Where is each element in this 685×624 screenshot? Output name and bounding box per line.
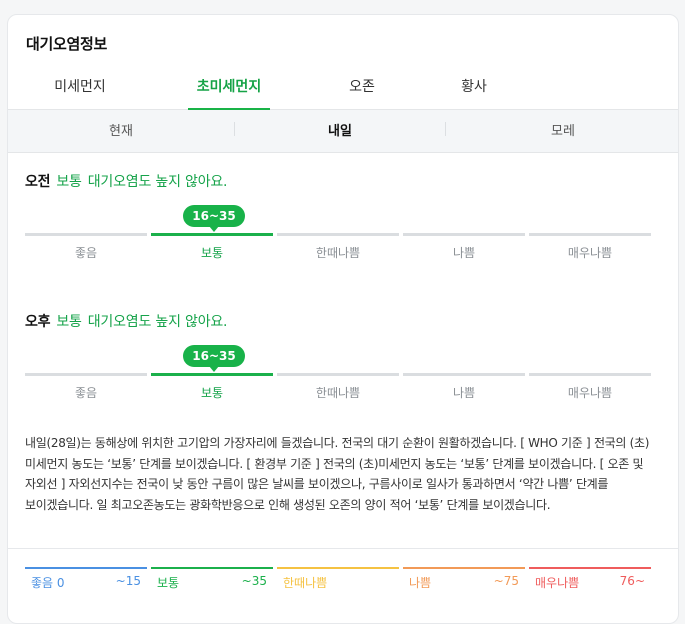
- level-bad: 나쁨: [403, 373, 525, 401]
- legend-bad-name: 나쁨: [409, 576, 432, 590]
- legend-good: 좋음 0 ~15: [25, 567, 147, 591]
- level-bad: 나쁨: [403, 233, 525, 261]
- legend-temporarily-bad-name: 한때나쁨: [283, 576, 328, 590]
- day-tomorrow[interactable]: 내일: [235, 110, 445, 153]
- level-very-bad: 매우나쁨: [529, 373, 651, 401]
- tab-pm10[interactable]: 미세먼지: [38, 67, 122, 110]
- tab-ozone[interactable]: 오존: [334, 67, 390, 110]
- afternoon-message: 대기오염도 높지 않아요.: [87, 314, 228, 330]
- tab-pm25[interactable]: 초미세먼지: [188, 67, 270, 110]
- day-selector: 현재 내일 모레: [8, 110, 678, 153]
- pollutant-tabs: 미세먼지 초미세먼지 오존 황사: [8, 67, 678, 110]
- level-normal: 보통: [151, 373, 273, 401]
- morning-message: 대기오염도 높지 않아요.: [87, 174, 228, 190]
- morning-value-badge: 16~35: [183, 205, 245, 232]
- afternoon-forecast: 오후 보통 대기오염도 높지 않아요. 16~35 좋음 보통 한때나쁨 나쁨 매우…: [25, 311, 651, 405]
- legend-very-bad-range: 76~: [619, 574, 645, 588]
- afternoon-headline: 오후 보통 대기오염도 높지 않아요.: [25, 311, 650, 331]
- grade-legend: 좋음 0 ~15 보통 ~35 한때나쁨 나쁨 ~75 매우나쁨 76~: [25, 567, 655, 591]
- afternoon-value-badge: 16~35: [183, 345, 245, 372]
- legend-normal-range: ~35: [241, 574, 267, 588]
- legend-temporarily-bad: 한때나쁨: [277, 567, 399, 591]
- afternoon-level-scale: 16~35 좋음 보통 한때나쁨 나쁨 매우나쁨: [25, 345, 651, 405]
- level-normal: 보통: [151, 233, 273, 261]
- morning-forecast: 오전 보통 대기오염도 높지 않아요. 16~35 좋음 보통 한때나쁨 나쁨 매우…: [25, 171, 651, 265]
- level-good: 좋음: [25, 373, 147, 401]
- legend-good-range: ~15: [115, 574, 141, 588]
- legend-bad-range: ~75: [493, 574, 519, 588]
- level-good: 좋음: [25, 233, 147, 261]
- day-today[interactable]: 현재: [8, 110, 234, 153]
- level-very-bad: 매우나쁨: [529, 233, 651, 261]
- level-temporarily-bad: 한때나쁨: [277, 233, 399, 261]
- legend-bad: 나쁨 ~75: [403, 567, 525, 591]
- forecast-description: 내일(28일)는 동해상에 위치한 고기압의 가장자리에 들겠습니다. 전국의 …: [25, 436, 650, 512]
- legend-good-name: 좋음 0: [31, 576, 65, 590]
- tab-yellow-dust[interactable]: 황사: [446, 67, 502, 110]
- legend-very-bad: 매우나쁨 76~: [529, 567, 651, 591]
- day-after-tomorrow[interactable]: 모레: [446, 110, 678, 153]
- air-quality-card: 대기오염정보 미세먼지 초미세먼지 오존 황사 현재 내일 모레 오전 보통 대기오…: [7, 14, 679, 624]
- morning-grade: 보통: [56, 174, 82, 190]
- legend-very-bad-name: 매우나쁨: [535, 576, 580, 590]
- legend-normal: 보통 ~35: [151, 567, 273, 591]
- level-temporarily-bad: 한때나쁨: [277, 373, 399, 401]
- morning-label: 오전: [25, 174, 51, 190]
- legend-normal-name: 보통: [157, 576, 180, 590]
- afternoon-grade: 보통: [56, 314, 82, 330]
- morning-headline: 오전 보통 대기오염도 높지 않아요.: [25, 171, 650, 191]
- morning-level-scale: 16~35 좋음 보통 한때나쁨 나쁨 매우나쁨: [25, 205, 651, 265]
- afternoon-label: 오후: [25, 314, 51, 330]
- card-header: 대기오염정보: [8, 15, 678, 67]
- card-title: 대기오염정보: [26, 35, 108, 53]
- section-divider: [8, 548, 678, 549]
